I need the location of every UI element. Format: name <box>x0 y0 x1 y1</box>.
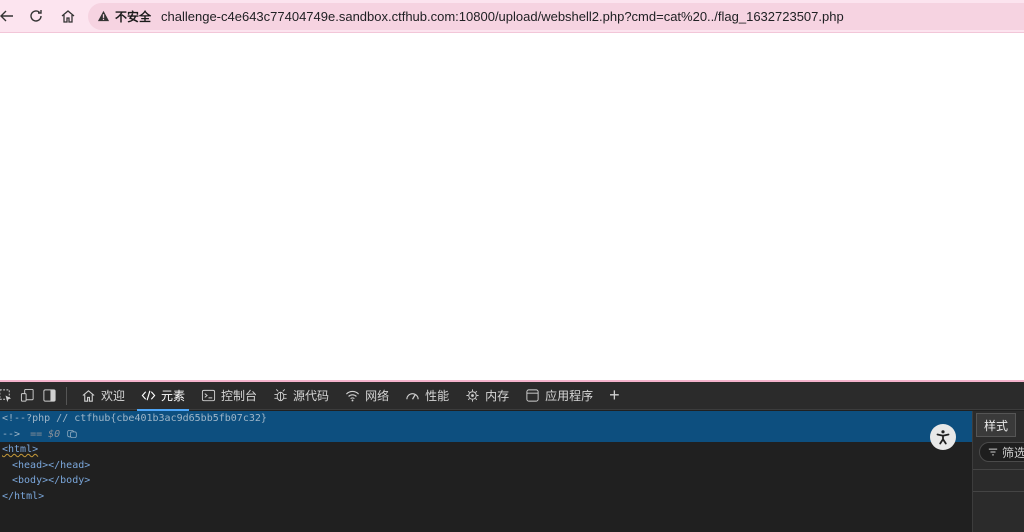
tab-performance[interactable]: 性能 <box>397 382 457 410</box>
selected-node[interactable]: <!--?php // ctfhub{cbe401b3ac9d65bb5fb07… <box>0 411 972 442</box>
styles-side-panel: 样式 筛选 <box>972 411 1024 532</box>
home-icon[interactable] <box>57 5 79 27</box>
dom-line-text: --> <box>2 428 21 440</box>
filter-icon <box>988 448 998 456</box>
dom-line-body[interactable]: <body></body> <box>0 473 972 489</box>
dom-line-html-open[interactable]: <html> <box>0 442 972 458</box>
device-toolbar-icon[interactable] <box>16 385 38 407</box>
selected-marker: == $0 <box>30 428 61 440</box>
tab-separator <box>66 386 67 405</box>
divider <box>973 469 1024 470</box>
browser-toolbar: 不安全 challenge-c4e643c77404749e.sandbox.c… <box>0 0 1024 33</box>
tab-elements[interactable]: 元素 <box>133 382 193 411</box>
dom-line-comment[interactable]: <!--?php // ctfhub{cbe401b3ac9d65bb5fb07… <box>0 411 972 427</box>
home-icon <box>82 390 95 402</box>
tab-label: 源代码 <box>293 389 330 403</box>
tab-label: 应用程序 <box>545 389 594 403</box>
bug-icon <box>274 389 287 402</box>
page-content <box>0 34 1024 380</box>
code-icon <box>141 390 156 401</box>
devtools-panel: 欢迎 元素 控制台 源代码 网络 性能 内存 应用程序 + <!--?php /… <box>0 380 1024 532</box>
tab-label: 元素 <box>161 389 186 403</box>
inspect-icon[interactable] <box>0 385 16 407</box>
dom-line-html-close[interactable]: </html> <box>0 489 972 505</box>
tab-label: 内存 <box>485 389 510 403</box>
security-label[interactable]: 不安全 <box>115 8 151 25</box>
devtools-tab-bar: 欢迎 元素 控制台 源代码 网络 性能 内存 应用程序 + <box>0 382 1024 411</box>
url-text[interactable]: challenge-c4e643c77404749e.sandbox.ctfhu… <box>161 9 844 24</box>
address-bar[interactable]: 不安全 challenge-c4e643c77404749e.sandbox.c… <box>88 3 1024 30</box>
gauge-icon <box>406 393 419 400</box>
filter-placeholder: 筛选 <box>1002 445 1024 460</box>
memory-icon <box>466 389 479 402</box>
divider <box>973 491 1024 492</box>
tab-welcome[interactable]: 欢迎 <box>73 382 133 410</box>
styles-filter-input[interactable]: 筛选 <box>979 442 1024 462</box>
tab-memory[interactable]: 内存 <box>457 382 517 410</box>
back-icon[interactable] <box>0 5 18 27</box>
ai-explain-icon[interactable] <box>66 429 78 440</box>
add-tab-icon[interactable]: + <box>601 385 628 406</box>
tab-label: 网络 <box>365 389 390 403</box>
reload-icon[interactable] <box>25 5 47 27</box>
warning-icon[interactable] <box>96 10 110 24</box>
dock-icon[interactable] <box>38 385 60 407</box>
tab-console[interactable]: 控制台 <box>193 382 265 410</box>
tab-styles[interactable]: 样式 <box>976 413 1016 437</box>
tab-sources[interactable]: 源代码 <box>265 382 337 410</box>
app-icon <box>526 389 539 402</box>
dom-line-head[interactable]: <head></head> <box>0 458 972 474</box>
tab-application[interactable]: 应用程序 <box>517 382 601 410</box>
tab-network[interactable]: 网络 <box>337 382 397 410</box>
elements-tree: <!--?php // ctfhub{cbe401b3ac9d65bb5fb07… <box>0 411 972 532</box>
tab-label: 性能 <box>425 389 450 403</box>
console-icon <box>201 389 216 402</box>
dom-line-comment-end[interactable]: --> == $0 <box>0 427 972 443</box>
tab-label: 控制台 <box>221 389 258 403</box>
tab-label: 欢迎 <box>101 389 126 403</box>
wifi-icon <box>346 390 360 402</box>
accessibility-icon[interactable] <box>930 424 956 450</box>
